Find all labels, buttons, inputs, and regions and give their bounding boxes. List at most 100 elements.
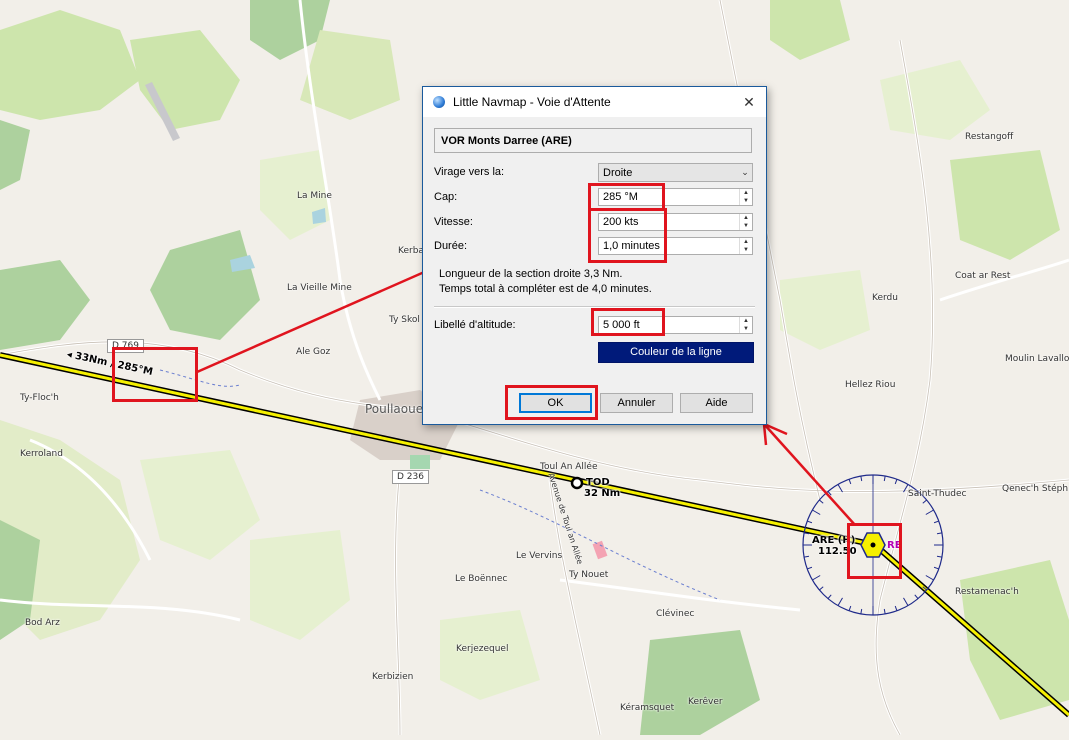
heading-label: Cap:	[434, 191, 458, 203]
place-label: La Mine	[297, 191, 332, 201]
tod-marker-icon[interactable]	[570, 476, 584, 490]
forest-area	[0, 120, 30, 190]
chevron-down-icon: ⌄	[741, 167, 749, 177]
grass-area	[440, 610, 540, 700]
altitude-label: Libellé d'altitude:	[434, 319, 516, 331]
place-label: Le Boënnec	[455, 574, 508, 584]
grass-area	[950, 150, 1060, 260]
tod-label: TOD	[586, 477, 610, 488]
turn-value: Droite	[603, 166, 633, 179]
total-time-text: Temps total à compléter est de 4,0 minut…	[439, 283, 652, 295]
place-label: Ty-Floc'h	[20, 393, 59, 403]
compass-tick	[848, 605, 852, 611]
annotation-box-vor	[847, 523, 902, 579]
place-label: Poullaouen	[365, 402, 431, 416]
globe-icon	[433, 96, 445, 108]
grass-area	[960, 560, 1069, 720]
place-label: Hellez Riou	[845, 380, 896, 390]
help-button[interactable]: Aide	[680, 393, 753, 413]
compass-tick	[803, 555, 810, 558]
place-label: Toul An Allée	[540, 462, 598, 472]
grass-area	[770, 0, 850, 60]
place-label: Saint-Thudec	[908, 489, 967, 499]
place-label: Kerbizien	[372, 672, 414, 682]
compass-tick	[819, 499, 824, 504]
compass-tick	[936, 532, 943, 535]
compass-tick	[925, 509, 934, 515]
compass-tick	[807, 566, 813, 570]
grass-area	[880, 60, 990, 140]
compass-tick	[925, 575, 934, 581]
compass-tick	[812, 575, 821, 581]
place-label: Ty Nouet	[569, 570, 609, 580]
compass-tick	[903, 597, 909, 606]
annotation-box-ok	[505, 385, 598, 420]
place-label: Kerdu	[872, 293, 898, 303]
speed-label: Vitesse:	[434, 216, 473, 228]
place-label: Kerjezequel	[456, 644, 509, 654]
annotation-box-altitude	[591, 308, 665, 336]
spinner-arrows-icon[interactable]: ▲ ▼	[739, 317, 752, 333]
forest-area	[640, 630, 760, 735]
window-title: Little Navmap - Voie d'Attente	[453, 95, 611, 109]
compass-tick	[819, 586, 824, 591]
road-shield: D 236	[392, 470, 429, 484]
place-label: Ale Goz	[296, 347, 331, 357]
place-label: Qenec'h Stéph	[1002, 484, 1069, 494]
compass-tick	[883, 475, 886, 482]
compass-tick	[837, 597, 843, 606]
dialog-titlebar[interactable]: Little Navmap - Voie d'Attente ✕	[423, 87, 766, 117]
grass-area	[780, 270, 870, 350]
place-label: Kerêver	[688, 697, 723, 707]
turn-label: Virage vers la:	[434, 166, 505, 178]
duration-label: Durée:	[434, 240, 468, 252]
annotation-box-route-label	[112, 347, 198, 402]
compass-tick	[827, 594, 832, 599]
compass-tick	[936, 555, 943, 558]
pitch-area	[592, 540, 608, 560]
grass-area	[250, 530, 350, 640]
compass-tick	[894, 479, 898, 485]
place-label: Coat ar Rest	[955, 271, 1011, 281]
compass-tick	[922, 499, 927, 504]
forest-area	[150, 230, 260, 340]
compass-tick	[860, 608, 863, 615]
place-label: Kéramsquet	[620, 703, 675, 713]
close-icon[interactable]: ✕	[740, 93, 758, 111]
place-label: Kerroland	[20, 449, 63, 459]
forest-area	[0, 260, 90, 350]
place-label: La Vieille Mine	[287, 283, 352, 293]
place-label: Le Vervins	[516, 551, 563, 561]
line-color-button[interactable]: Couleur de la ligne	[598, 342, 754, 363]
place-label: Restamenac'h	[955, 587, 1019, 597]
station-name: VOR Monts Darree (ARE)	[441, 134, 572, 147]
compass-tick	[848, 479, 852, 485]
sports-field	[410, 455, 430, 469]
compass-tick	[894, 605, 898, 611]
hold-info: Longueur de la section droite 3,3 Nm. Te…	[439, 267, 652, 297]
station-header: VOR Monts Darree (ARE)	[434, 128, 752, 153]
place-label: Bod Arz	[25, 618, 60, 628]
place-label: Clévinec	[656, 609, 695, 619]
spinner-arrows-icon[interactable]: ▲ ▼	[739, 238, 752, 254]
tod-distance-label: 32 Nm	[584, 488, 621, 499]
compass-tick	[812, 509, 821, 515]
compass-tick	[933, 520, 939, 524]
place-label: Kerba	[398, 246, 424, 256]
place-label: Moulin Lavallo	[1005, 354, 1069, 364]
spinner-arrows-icon[interactable]: ▲ ▼	[739, 189, 752, 205]
straight-length-text: Longueur de la section droite 3,3 Nm.	[439, 268, 623, 280]
place-label: Ty Skol	[389, 315, 420, 325]
place-label: Restangoff	[965, 132, 1014, 142]
grass-area	[140, 450, 260, 560]
cancel-button[interactable]: Annuler	[600, 393, 673, 413]
compass-tick	[860, 475, 863, 482]
compass-tick	[883, 608, 886, 615]
forest-area	[0, 10, 140, 120]
compass-tick	[914, 594, 919, 599]
turn-select[interactable]: Droite ⌄	[598, 163, 753, 182]
compass-tick	[933, 566, 939, 570]
annotation-box-heading	[588, 183, 665, 211]
spinner-arrows-icon[interactable]: ▲ ▼	[739, 214, 752, 230]
compass-tick	[807, 520, 813, 524]
